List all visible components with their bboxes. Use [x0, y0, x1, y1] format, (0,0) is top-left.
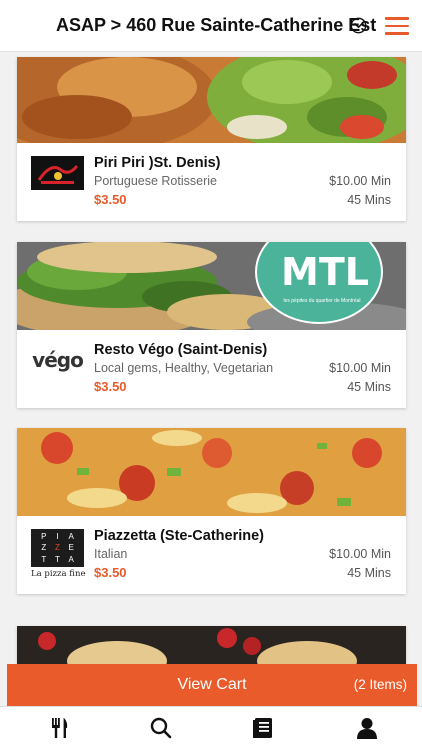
restaurant-name: Resto Végo (Saint-Denis) — [94, 342, 268, 358]
restaurant-card[interactable] — [17, 626, 406, 664]
restaurant-photo — [17, 57, 406, 143]
restaurant-logo — [31, 156, 84, 190]
restaurant-logo: P I A Z Z E T T A La pizza fine — [31, 529, 85, 581]
delivery-fee: $3.50 — [94, 565, 127, 580]
view-cart-button[interactable]: View Cart (2 Items) — [7, 664, 417, 706]
restaurant-category: Portuguese Rotisserie — [94, 174, 217, 188]
restaurant-photo — [17, 626, 406, 664]
user-profile-icon[interactable] — [354, 715, 380, 741]
top-bar: ASAP > 460 Rue Sainte-Catherine Est — [0, 0, 422, 52]
mtl-badge-subtext: les pépites du quartier de Montréal — [283, 298, 361, 304]
restaurant-feed[interactable]: Piri Piri )St. Denis) Portuguese Rotisse… — [0, 52, 422, 664]
mtl-badge-text: MTL — [281, 250, 369, 294]
search-icon[interactable] — [148, 715, 174, 741]
restaurant-logo: végo — [32, 348, 84, 372]
bottom-tab-bar — [0, 706, 422, 750]
restaurant-card[interactable]: Piri Piri )St. Denis) Portuguese Rotisse… — [17, 57, 406, 221]
orders-list-icon[interactable] — [250, 715, 276, 741]
delivery-address[interactable]: ASAP > 460 Rue Sainte-Catherine Est — [56, 15, 376, 36]
minimum-order: $10.00 Min — [329, 361, 391, 375]
restaurant-card[interactable]: P I A Z Z E T T A La pizza fine Piazzett… — [17, 428, 406, 594]
restaurant-name: Piri Piri )St. Denis) — [94, 155, 221, 171]
restaurant-photo: MTL les pépites du quartier de Montréal — [17, 242, 406, 330]
fork-knife-icon[interactable] — [47, 715, 73, 741]
restaurant-category: Local gems, Healthy, Vegetarian — [94, 361, 274, 375]
delivery-fee: $3.50 — [94, 379, 127, 394]
restaurant-name: Piazzetta (Ste-Catherine) — [94, 528, 265, 544]
delivery-time: 45 Mins — [347, 380, 391, 394]
chevron-down-icon[interactable] — [350, 17, 367, 34]
minimum-order: $10.00 Min — [329, 547, 391, 561]
restaurant-card[interactable]: MTL les pépites du quartier de Montréal … — [17, 242, 406, 408]
minimum-order: $10.00 Min — [329, 174, 391, 188]
delivery-time: 45 Mins — [347, 566, 391, 580]
restaurant-category: Italian — [94, 547, 128, 561]
cart-item-count: (2 Items) — [353, 677, 407, 692]
hamburger-menu-icon[interactable] — [385, 17, 409, 35]
delivery-fee: $3.50 — [94, 192, 127, 207]
restaurant-photo — [17, 428, 406, 516]
delivery-time: 45 Mins — [347, 193, 391, 207]
